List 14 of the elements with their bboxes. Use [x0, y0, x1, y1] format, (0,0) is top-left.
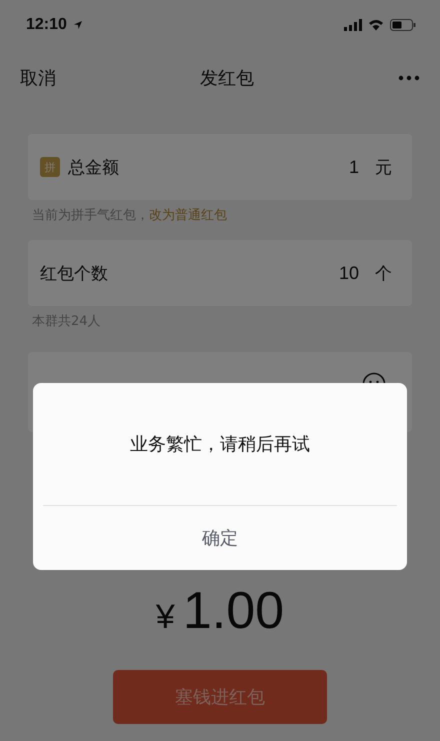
- alert-message: 业务繁忙，请稍后再试: [43, 383, 397, 506]
- battery-icon: [390, 19, 416, 31]
- confirm-button[interactable]: 确定: [33, 506, 407, 570]
- count-field[interactable]: 红包个数 10 个: [28, 240, 412, 306]
- amount-field[interactable]: 拼 总金额 1 元: [28, 134, 412, 200]
- more-icon[interactable]: [398, 75, 420, 81]
- page-title: 发红包: [200, 67, 254, 90]
- location-icon: [72, 20, 83, 30]
- lucky-badge: 拼: [40, 157, 60, 177]
- total-amount: ¥1.00: [156, 581, 284, 642]
- status-time: 12:10: [26, 16, 67, 34]
- wifi-icon: [368, 19, 384, 31]
- cancel-button[interactable]: 取消: [20, 66, 56, 90]
- signal-icon: [344, 19, 362, 31]
